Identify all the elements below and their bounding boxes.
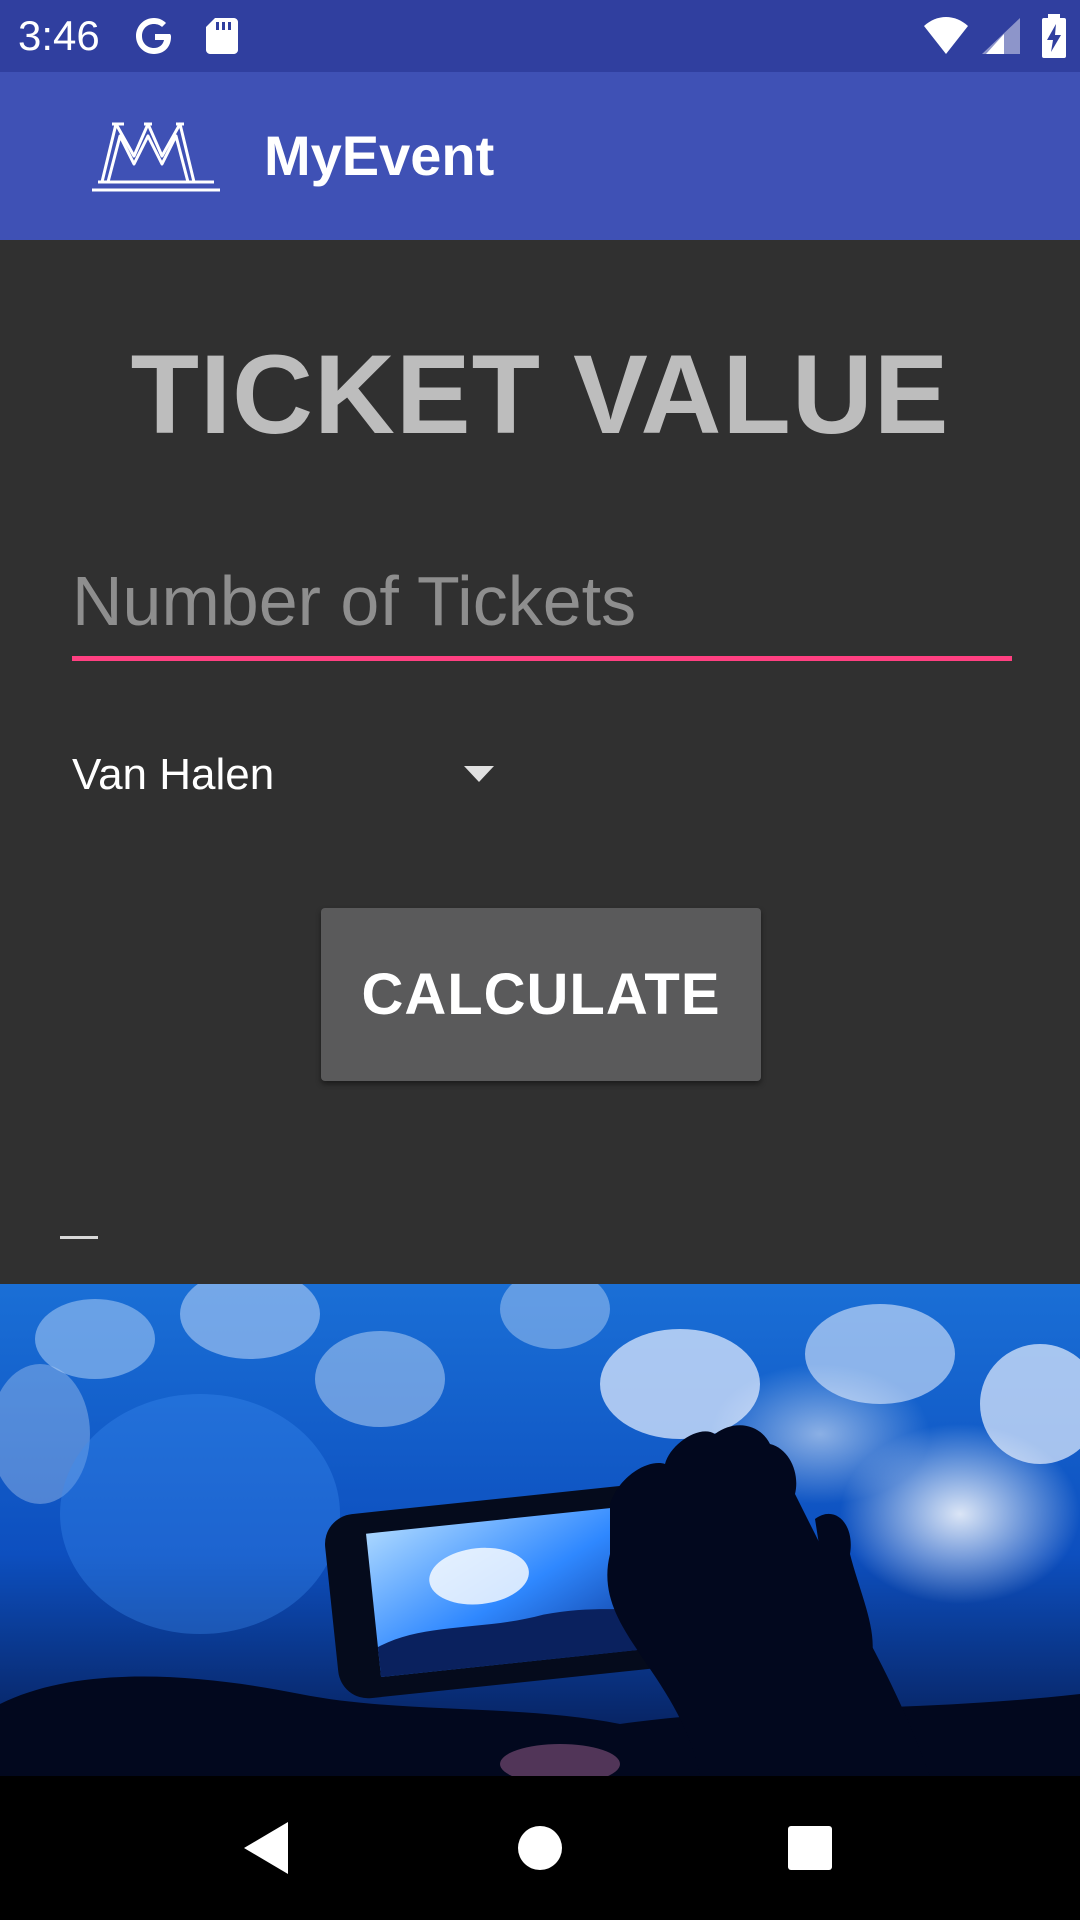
band-spinner[interactable]: Van Halen xyxy=(72,730,502,820)
app-title: MyEvent xyxy=(264,124,495,187)
result-text xyxy=(60,1236,98,1239)
status-bar: 3:46 xyxy=(0,0,1080,72)
sd-card-icon xyxy=(206,18,238,54)
dropdown-arrow-icon xyxy=(464,766,494,782)
app-bar: MyEvent xyxy=(0,72,1080,240)
page-heading: TICKET VALUE xyxy=(130,332,950,457)
band-spinner-selected: Van Halen xyxy=(72,750,275,799)
app-screen: 3:46 MyEvent TICKET VALUE Number of Tick… xyxy=(0,0,1080,1920)
concert-photo-image xyxy=(0,1284,1080,1776)
wifi-icon xyxy=(924,17,968,54)
nav-bar xyxy=(0,1776,1080,1920)
concert-photo-illustration xyxy=(0,1284,1080,1776)
status-time: 3:46 xyxy=(18,12,100,59)
myevent-logo-icon xyxy=(92,122,220,192)
calculate-button[interactable]: CALCULATE xyxy=(321,908,761,1081)
battery-charging-icon xyxy=(1042,14,1066,58)
tickets-input[interactable] xyxy=(72,546,1012,661)
cell-signal-icon xyxy=(982,18,1020,54)
main-content: TICKET VALUE Van Halen CALCULATE xyxy=(0,240,1080,1284)
google-icon xyxy=(136,18,171,54)
home-icon[interactable] xyxy=(508,1816,572,1880)
recents-icon[interactable] xyxy=(778,1816,842,1880)
back-icon[interactable] xyxy=(236,1816,300,1880)
